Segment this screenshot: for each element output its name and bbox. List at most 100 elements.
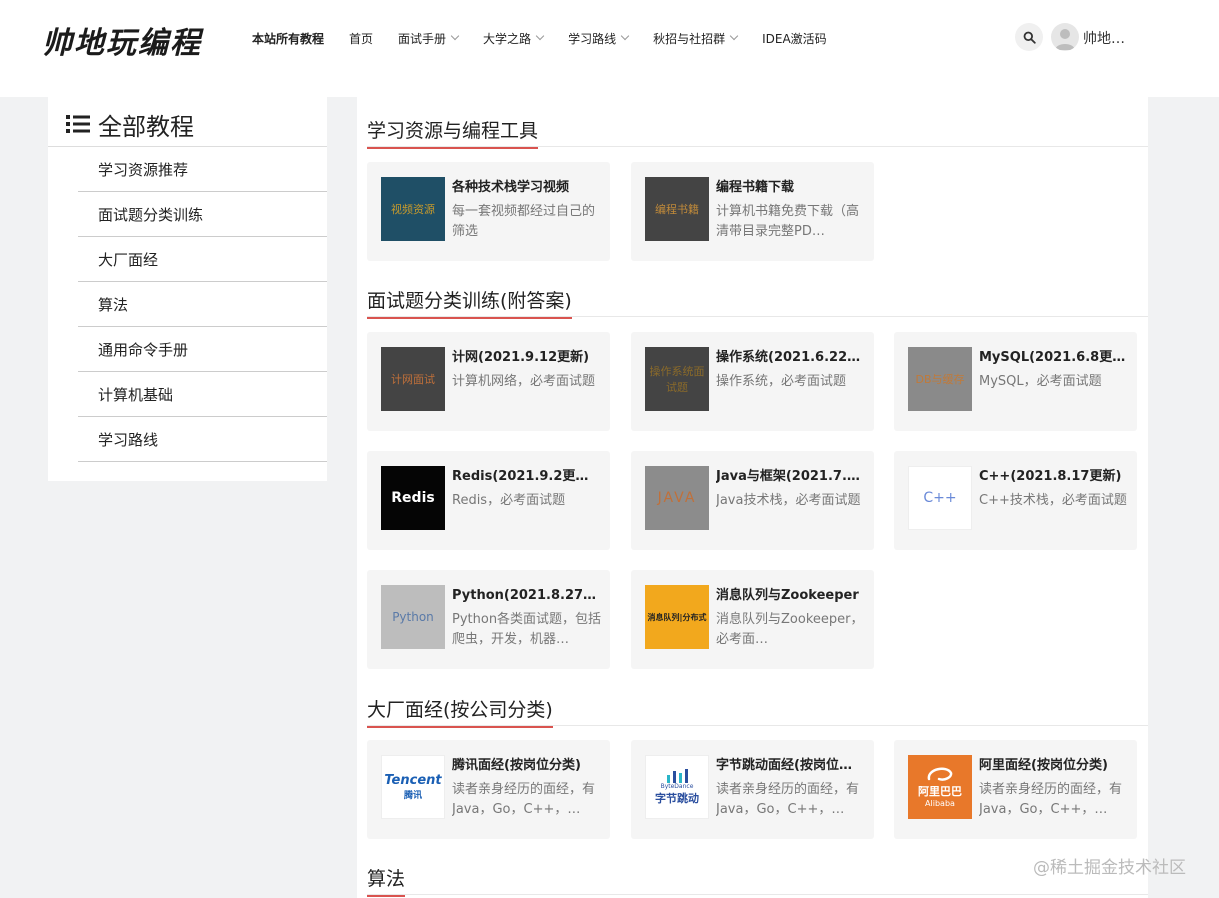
sidebar-item-learning-path[interactable]: 学习路线 [78,417,327,462]
card-title: 计网(2021.9.12更新) [452,350,590,365]
nav-item-all-tutorials[interactable]: 本站所有教程 [252,30,324,47]
card-tencent[interactable]: Tencent 腾讯 腾讯面经(按岗位分类) 读者亲身经历的面经，有Java，G… [367,740,610,839]
card-desc: Redis，必考面试题 [452,493,566,508]
list-icon [66,115,90,133]
card-title: 阿里面经(按岗位分类) [979,758,1108,773]
nav-item-idea-code[interactable]: IDEA激活码 [762,30,827,47]
nav-label: 大学之路 [483,31,532,46]
card-desc: MySQL，必考面试题 [979,374,1102,389]
nav-item-learning-path[interactable]: 学习路线 [568,30,630,47]
bytedance-bars-icon [667,768,688,783]
sidebar-item-company-interviews[interactable]: 大厂面经 [78,237,327,282]
user-name[interactable]: 帅地… [1083,28,1125,48]
sidebar-title-text: 全部教程 [98,112,194,141]
thumb-subtext: 腾讯 [403,791,422,801]
sidebar: 全部教程 学习资源推荐 面试题分类训练 大厂面经 算法 通用命令手册 计算机基础… [48,97,327,481]
sidebar-item-cs-basics[interactable]: 计算机基础 [78,372,327,417]
user-icon [1055,29,1075,50]
alibaba-smile-icon [927,767,953,781]
search-button[interactable] [1015,23,1043,51]
sidebar-item-interview-training[interactable]: 面试题分类训练 [78,192,327,237]
card-desc: 读者亲身经历的面经，有Java，Go，C++，… [716,782,860,817]
card-videos[interactable]: 视频资源 各种技术栈学习视频 每一套视频都经过自己的筛选 [367,162,610,261]
card-title: Redis(2021.9.2更新,全) [452,469,600,484]
card-mq[interactable]: 消息队列|分布式 消息队列与Zookeeper 消息队列与Zookeeper，必… [631,570,874,669]
divider [367,725,1148,726]
alibaba-logo: 阿里巴巴 Alibaba [908,755,972,819]
thumb-text: JAVA [657,490,697,506]
card-thumbnail: 视频资源 [381,177,445,241]
nav-label: IDEA激活码 [762,31,827,46]
sidebar-list: 学习资源推荐 面试题分类训练 大厂面经 算法 通用命令手册 计算机基础 学习路线 [78,147,327,462]
card-bytedance[interactable]: ByteDance 字节跳动 字节跳动面经(按岗位… 读者亲身经历的面经，有Ja… [631,740,874,839]
site-logo[interactable]: 帅地玩编程 [42,18,202,62]
sidebar-item-algorithms[interactable]: 算法 [78,282,327,327]
nav-item-recruit-group[interactable]: 秋招与社招群 [653,30,739,47]
thumb-text: 阿里巴巴 [918,784,962,798]
nav-item-interview-handbook[interactable]: 面试手册 [398,30,460,47]
card-mysql[interactable]: DB与缓存 MySQL(2021.6.8更新) MySQL，必考面试题 [894,332,1137,431]
card-desc: 读者亲身经历的面经，有Java，Go，C++，… [979,782,1123,817]
card-thumbnail: Redis [381,466,445,530]
bytedance-logo: ByteDance 字节跳动 [645,755,709,819]
card-title: 编程书籍下载 [716,180,795,195]
card-thumbnail: 消息队列|分布式 [645,585,709,649]
avatar[interactable] [1051,23,1079,51]
nav-label: 秋招与社招群 [653,31,726,46]
card-title: C++(2021.8.17更新) [979,469,1122,484]
thumb-text: Tencent [384,773,442,788]
card-desc: 计算机网络，必考面试题 [452,374,596,389]
card-thumbnail: 操作系统面试题 [645,347,709,411]
thumb-text: C++ [923,490,957,506]
card-os[interactable]: 操作系统面试题 操作系统(2021.6.22… 操作系统，必考面试题 [631,332,874,431]
nav-label: 首页 [349,31,374,46]
thumb-text: 消息队列|分布式 [647,612,707,622]
thumb-text: 计网面试 [391,373,435,386]
nav-item-college-road[interactable]: 大学之路 [483,30,545,47]
card-cpp[interactable]: C++ C++(2021.8.17更新) C++技术栈，必考面试题 [894,451,1137,550]
chevron-down-icon [620,31,630,41]
card-title: Python(2021.8.27更新) [452,588,600,603]
tencent-logo: Tencent 腾讯 [381,755,445,819]
card-thumbnail: Python [381,585,445,649]
card-thumbnail: DB与缓存 [908,347,972,411]
divider [367,146,1148,147]
card-title: MySQL(2021.6.8更新) [979,350,1127,365]
thumb-text: 操作系统面试题 [649,365,705,394]
thumb-text: 视频资源 [391,203,435,216]
card-thumbnail: 编程书籍 [645,177,709,241]
card-thumbnail: JAVA [645,466,709,530]
card-network[interactable]: 计网面试 计网(2021.9.12更新) 计算机网络，必考面试题 [367,332,610,431]
card-redis[interactable]: Redis Redis(2021.9.2更新,全) Redis，必考面试题 [367,451,610,550]
section-title-interview-training: 面试题分类训练(附答案) [367,286,572,319]
nav-label: 本站所有教程 [252,31,325,46]
card-desc: 计算机书籍免费下载（高清带目录完整PD… [716,204,860,239]
card-desc: 操作系统，必考面试题 [716,374,847,389]
thumb-text: 编程书籍 [655,203,699,216]
thumb-text: Redis [391,490,435,506]
card-title: Java与框架(2021.7.1… [716,469,864,484]
section-title-company-interviews: 大厂面经(按公司分类) [367,695,553,728]
card-thumbnail: C++ [908,466,972,530]
nav-label: 学习路线 [568,31,617,46]
card-java[interactable]: JAVA Java与框架(2021.7.1… Java技术栈，必考面试题 [631,451,874,550]
sidebar-item-commands[interactable]: 通用命令手册 [78,327,327,372]
card-desc: Java技术栈，必考面试题 [716,493,861,508]
thumb-text: Python [392,610,434,624]
section-title-resources: 学习资源与编程工具 [367,116,539,149]
site-header: 帅地玩编程 本站所有教程 首页 面试手册 大学之路 学习路线 秋招与社招群 ID… [0,0,1219,97]
nav-label: 面试手册 [398,31,447,46]
card-thumbnail: 计网面试 [381,347,445,411]
card-python[interactable]: Python Python(2021.8.27更新) Python各类面试题，包… [367,570,610,669]
sidebar-item-resources[interactable]: 学习资源推荐 [78,147,327,192]
nav-item-home[interactable]: 首页 [349,30,373,47]
section-title-algorithms: 算法 [367,864,406,897]
card-desc: C++技术栈，必考面试题 [979,493,1127,508]
card-alibaba[interactable]: 阿里巴巴 Alibaba 阿里面经(按岗位分类) 读者亲身经历的面经，有Java… [894,740,1137,839]
search-icon [1023,31,1036,44]
card-desc: 读者亲身经历的面经，有Java，Go，C++，… [452,782,596,817]
chevron-down-icon [729,31,739,41]
card-desc: 每一套视频都经过自己的筛选 [452,204,596,239]
card-desc: Python各类面试题，包括爬虫，开发，机器… [452,612,602,647]
card-books[interactable]: 编程书籍 编程书籍下载 计算机书籍免费下载（高清带目录完整PD… [631,162,874,261]
